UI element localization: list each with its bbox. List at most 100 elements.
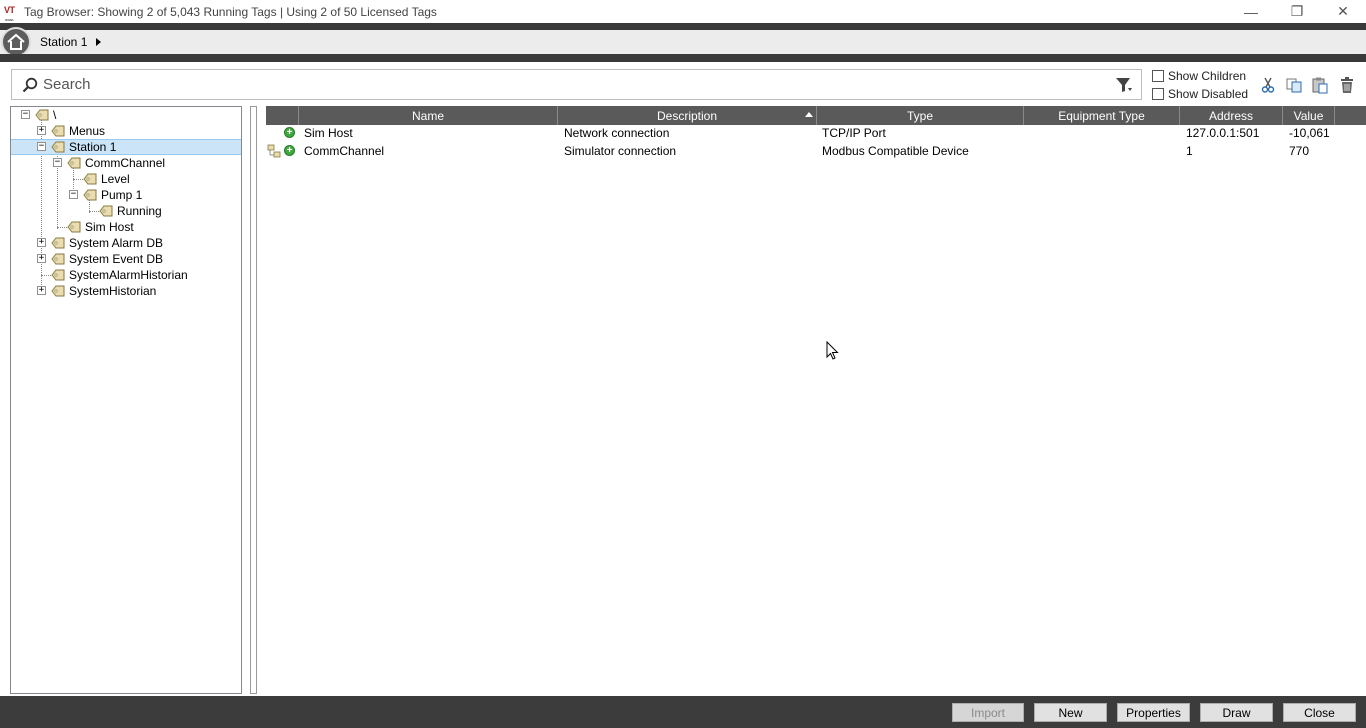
tree-item-root[interactable]: − \: [11, 107, 241, 123]
show-children-checkbox[interactable]: [1152, 70, 1164, 82]
tree-connector: [57, 227, 67, 228]
tree-item-label: SystemAlarmHistorian: [69, 268, 188, 282]
tag-icon: [51, 125, 65, 137]
restore-button[interactable]: ❐: [1274, 0, 1320, 23]
show-children-label: Show Children: [1168, 69, 1247, 83]
home-icon: [7, 33, 25, 50]
expand-toggle[interactable]: +: [37, 126, 46, 135]
tree-item-menus[interactable]: + Menus: [11, 123, 241, 139]
close-button[interactable]: Close: [1283, 703, 1356, 722]
tag-icon: [67, 221, 81, 233]
column-header-type[interactable]: Type: [817, 106, 1024, 125]
cell-name: CommChannel: [304, 144, 385, 158]
cell-name: Sim Host: [304, 126, 353, 140]
window-controls: — ❐ ✕: [1228, 0, 1366, 23]
column-header-description[interactable]: Description: [558, 106, 817, 125]
show-disabled-checkbox[interactable]: [1152, 88, 1164, 100]
column-header-value[interactable]: Value: [1283, 106, 1335, 125]
properties-button[interactable]: Properties: [1117, 703, 1190, 722]
import-button[interactable]: Import: [952, 703, 1024, 722]
show-disabled-option[interactable]: Show Disabled: [1152, 87, 1248, 101]
tag-icon: [67, 157, 81, 169]
draw-button[interactable]: Draw: [1200, 703, 1273, 722]
tree-item-label: Menus: [69, 124, 106, 138]
table-row[interactable]: + CommChannel Simulator connection Modbu…: [266, 142, 1366, 160]
grid-header: Name Description Type Equipment Type Add…: [266, 106, 1366, 125]
navigation-bar: Station 1: [0, 27, 1366, 57]
tag-icon: [83, 173, 97, 185]
tree-item-system-historian[interactable]: + SystemHistorian: [11, 283, 241, 299]
column-header-icons[interactable]: [266, 106, 299, 125]
expand-toggle[interactable]: +: [37, 238, 46, 247]
tree-item-pump-1[interactable]: − Pump 1: [11, 187, 241, 203]
restore-icon: ❐: [1290, 3, 1304, 19]
add-child-icon[interactable]: +: [284, 127, 295, 138]
column-header-description-label: Description: [656, 108, 718, 123]
tree-item-system-event-db[interactable]: + System Event DB: [11, 251, 241, 267]
tag-icon: [51, 141, 65, 153]
expand-toggle[interactable]: +: [37, 286, 46, 295]
panel-splitter[interactable]: [250, 106, 257, 694]
tree-item-level[interactable]: Level: [11, 171, 241, 187]
cell-type: Modbus Compatible Device: [822, 144, 969, 158]
collapse-toggle[interactable]: −: [69, 190, 78, 199]
tree-item-label: SystemHistorian: [69, 284, 157, 298]
tree-item-station-1[interactable]: − Station 1: [11, 139, 241, 155]
app-logo: VT SCADA: [4, 5, 22, 22]
sort-ascending-icon: [805, 112, 813, 117]
column-header-name[interactable]: Name: [299, 106, 558, 125]
tree-connector: [41, 275, 51, 276]
trash-icon[interactable]: [1338, 76, 1356, 94]
home-button[interactable]: [1, 27, 31, 57]
tree-connector: [73, 179, 83, 180]
tree-item-system-alarm-db[interactable]: + System Alarm DB: [11, 235, 241, 251]
tree-item-system-alarm-historian[interactable]: SystemAlarmHistorian: [11, 267, 241, 283]
tree-item-running[interactable]: Running: [11, 203, 241, 219]
tree-item-label: Running: [117, 204, 162, 218]
collapse-toggle[interactable]: −: [21, 110, 30, 119]
tree-item-label: Pump 1: [101, 188, 143, 202]
cell-description: Simulator connection: [564, 144, 677, 158]
search-input[interactable]: [43, 76, 1093, 93]
search-box[interactable]: [11, 69, 1142, 100]
show-disabled-label: Show Disabled: [1168, 87, 1249, 101]
tag-icon: [51, 253, 65, 265]
cut-icon[interactable]: [1259, 76, 1277, 94]
tag-icon: [51, 269, 65, 281]
column-header-address[interactable]: Address: [1180, 106, 1283, 125]
collapse-toggle[interactable]: −: [37, 142, 46, 151]
collapse-toggle[interactable]: −: [53, 158, 62, 167]
tree-item-label: Sim Host: [85, 220, 134, 234]
cell-address: 127.0.0.1:501: [1186, 126, 1260, 140]
tree-item-label: CommChannel: [85, 156, 166, 170]
filter-icon[interactable]: [1115, 76, 1133, 94]
top-divider: [0, 23, 1366, 30]
breadcrumb[interactable]: Station 1: [40, 35, 102, 49]
tag-icon: [51, 237, 65, 249]
column-header-equipment-type[interactable]: Equipment Type: [1024, 106, 1180, 125]
copy-icon[interactable]: [1285, 76, 1303, 94]
new-button[interactable]: New: [1034, 703, 1107, 722]
nav-divider: [0, 54, 1366, 62]
window-title: Tag Browser: Showing 2 of 5,043 Running …: [24, 4, 437, 19]
breadcrumb-current[interactable]: Station 1: [40, 35, 87, 49]
tag-icon: [99, 205, 113, 217]
tag-tree[interactable]: − \ + Menus − Station 1 − CommChannel Le…: [10, 106, 242, 694]
tag-icon: [35, 109, 49, 121]
minimize-button[interactable]: —: [1228, 0, 1274, 23]
close-window-button[interactable]: ✕: [1320, 0, 1366, 23]
table-row[interactable]: + Sim Host Network connection TCP/IP Por…: [266, 124, 1366, 142]
cell-value: 770: [1289, 144, 1310, 158]
show-children-option[interactable]: Show Children: [1152, 69, 1246, 83]
tree-item-sim-host[interactable]: Sim Host: [11, 219, 241, 235]
bottom-action-bar: Import New Properties Draw Close: [0, 696, 1366, 728]
tags-grid[interactable]: Name Description Type Equipment Type Add…: [266, 106, 1366, 694]
add-child-icon[interactable]: +: [284, 145, 295, 156]
column-header-filler: [1335, 106, 1366, 125]
cell-description: Network connection: [564, 126, 670, 140]
breadcrumb-arrow-icon[interactable]: [96, 38, 102, 46]
tree-item-commchannel[interactable]: − CommChannel: [11, 155, 241, 171]
paste-icon[interactable]: [1311, 76, 1329, 94]
cell-value: -10,061: [1289, 126, 1330, 140]
expand-toggle[interactable]: +: [37, 254, 46, 263]
